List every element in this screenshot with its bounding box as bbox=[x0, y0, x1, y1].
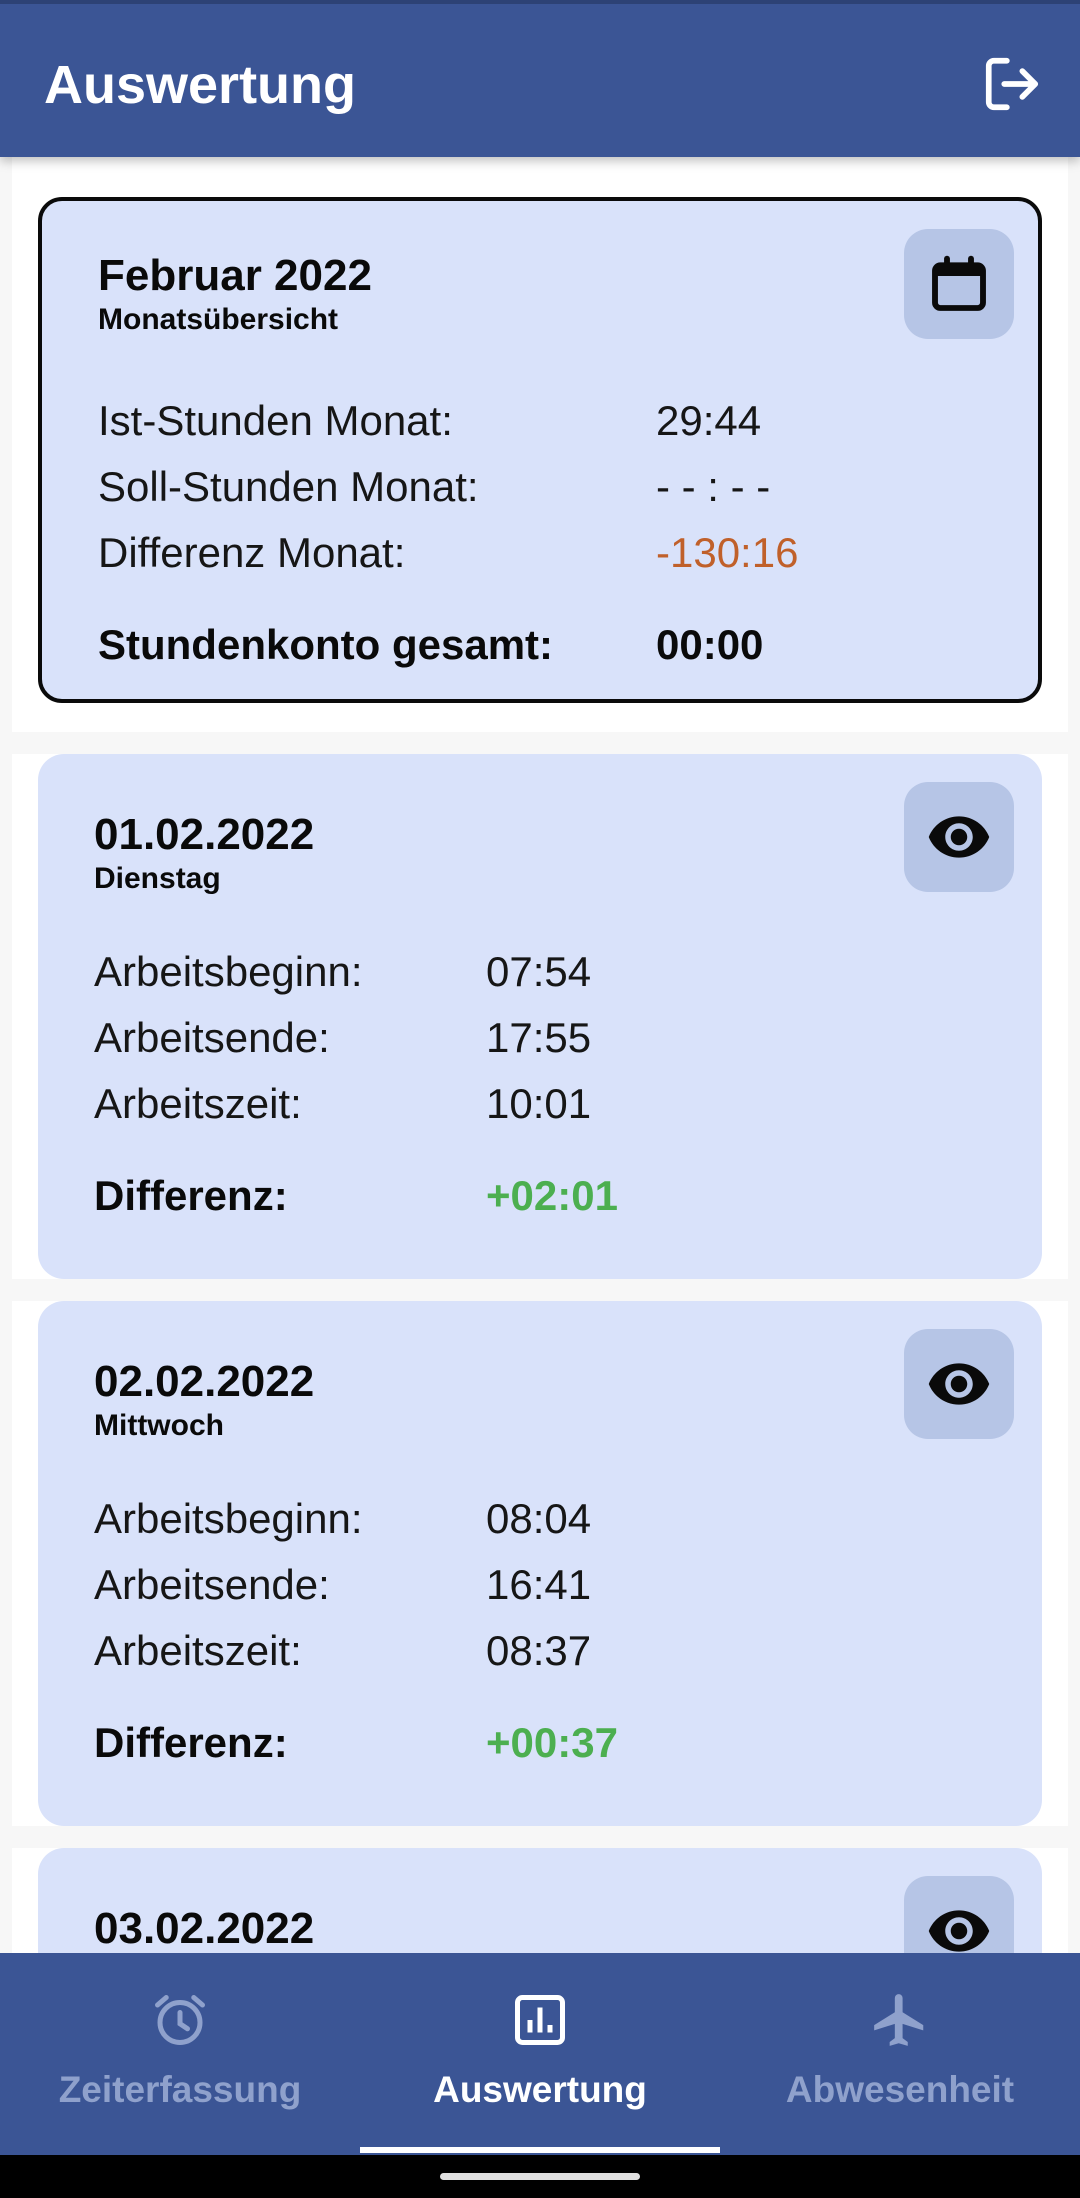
hours-account-value: 00:00 bbox=[656, 621, 764, 668]
work-end-value: 17:55 bbox=[486, 1014, 592, 1061]
hours-account-label: Stundenkonto gesamt: bbox=[98, 621, 554, 668]
ist-hours-value: 29:44 bbox=[656, 397, 762, 444]
eye-icon bbox=[928, 1363, 990, 1405]
month-subtitle: Monatsübersicht bbox=[98, 303, 339, 336]
work-time-label: Arbeitszeit: bbox=[94, 1080, 302, 1127]
work-end-value: 16:41 bbox=[486, 1561, 592, 1608]
work-end-label: Arbeitsende: bbox=[94, 1014, 330, 1061]
soll-hours-value: - - : - - bbox=[656, 463, 771, 510]
month-summary-panel: Februar 2022 Monatsübersicht Ist-Stunden… bbox=[12, 157, 1068, 732]
day-diff-value: +02:01 bbox=[486, 1172, 618, 1219]
work-start-label: Arbeitsbeginn: bbox=[94, 1495, 363, 1542]
work-end-label: Arbeitsende: bbox=[94, 1561, 330, 1608]
airplane-icon bbox=[874, 1994, 924, 2046]
calendar-icon bbox=[932, 255, 986, 311]
nav-tab-zeiterfassung[interactable]: Zeiterfassung bbox=[0, 1953, 360, 2155]
work-start-value: 08:04 bbox=[486, 1495, 592, 1542]
month-diff-label: Differenz Monat: bbox=[98, 529, 406, 576]
nav-tab-abwesenheit[interactable]: Abwesenheit bbox=[720, 1953, 1080, 2155]
nav-label-abwesenheit: Abwesenheit bbox=[785, 2069, 1015, 2110]
home-gesture-handle[interactable] bbox=[440, 2173, 640, 2180]
work-start-value: 07:54 bbox=[486, 948, 592, 995]
nav-label-zeiterfassung: Zeiterfassung bbox=[58, 2069, 302, 2110]
view-day-button[interactable] bbox=[904, 1329, 1014, 1439]
nav-label-auswertung: Auswertung bbox=[433, 2069, 647, 2110]
day-weekday: Mittwoch bbox=[94, 1409, 224, 1442]
day-diff-value: +00:37 bbox=[486, 1719, 618, 1766]
day-panel: 02.02.2022 Mittwoch Arbeitsbeginn: 08:04… bbox=[12, 1301, 1068, 1826]
month-title: Februar 2022 bbox=[98, 251, 372, 300]
work-time-label: Arbeitszeit: bbox=[94, 1627, 302, 1674]
bar-chart-icon bbox=[515, 1995, 565, 2045]
day-panel: 03.02.2022 bbox=[12, 1848, 1068, 1953]
page-title: Auswertung bbox=[44, 55, 357, 115]
ist-hours-label: Ist-Stunden Monat: bbox=[98, 397, 453, 444]
eye-icon bbox=[928, 1910, 990, 1952]
day-card: 01.02.2022 Dienstag Arbeitsbeginn: 07:54… bbox=[38, 754, 1042, 1279]
calendar-button[interactable] bbox=[904, 229, 1014, 339]
evaluation-list[interactable]: Februar 2022 Monatsübersicht Ist-Stunden… bbox=[0, 157, 1080, 1953]
day-date: 02.02.2022 bbox=[94, 1357, 315, 1406]
nav-tab-auswertung[interactable]: Auswertung bbox=[360, 1953, 720, 2155]
app-bar: Auswertung bbox=[0, 0, 1080, 157]
logout-button[interactable] bbox=[974, 46, 1050, 122]
eye-icon bbox=[928, 816, 990, 858]
day-date: 03.02.2022 bbox=[94, 1904, 315, 1953]
month-diff-value: -130:16 bbox=[656, 529, 799, 576]
view-day-button[interactable] bbox=[904, 1876, 1014, 1953]
logout-icon bbox=[985, 57, 1039, 111]
soll-hours-label: Soll-Stunden Monat: bbox=[98, 463, 479, 510]
work-time-value: 08:37 bbox=[486, 1627, 592, 1674]
active-tab-indicator bbox=[360, 2147, 720, 2153]
day-diff-label: Differenz: bbox=[94, 1719, 288, 1766]
day-panel: 01.02.2022 Dienstag Arbeitsbeginn: 07:54… bbox=[12, 754, 1068, 1279]
day-date: 01.02.2022 bbox=[94, 810, 315, 859]
month-summary-card: Februar 2022 Monatsübersicht Ist-Stunden… bbox=[38, 197, 1042, 703]
work-time-value: 10:01 bbox=[486, 1080, 592, 1127]
work-start-label: Arbeitsbeginn: bbox=[94, 948, 363, 995]
view-day-button[interactable] bbox=[904, 782, 1014, 892]
day-card: 03.02.2022 bbox=[38, 1848, 1042, 1953]
system-navigation-bar bbox=[0, 2155, 1080, 2198]
alarm-clock-icon bbox=[155, 1995, 205, 2045]
day-card: 02.02.2022 Mittwoch Arbeitsbeginn: 08:04… bbox=[38, 1301, 1042, 1826]
bottom-navigation: Zeiterfassung Auswertung Abwesenheit bbox=[0, 1953, 1080, 2155]
day-diff-label: Differenz: bbox=[94, 1172, 288, 1219]
day-weekday: Dienstag bbox=[94, 862, 221, 895]
